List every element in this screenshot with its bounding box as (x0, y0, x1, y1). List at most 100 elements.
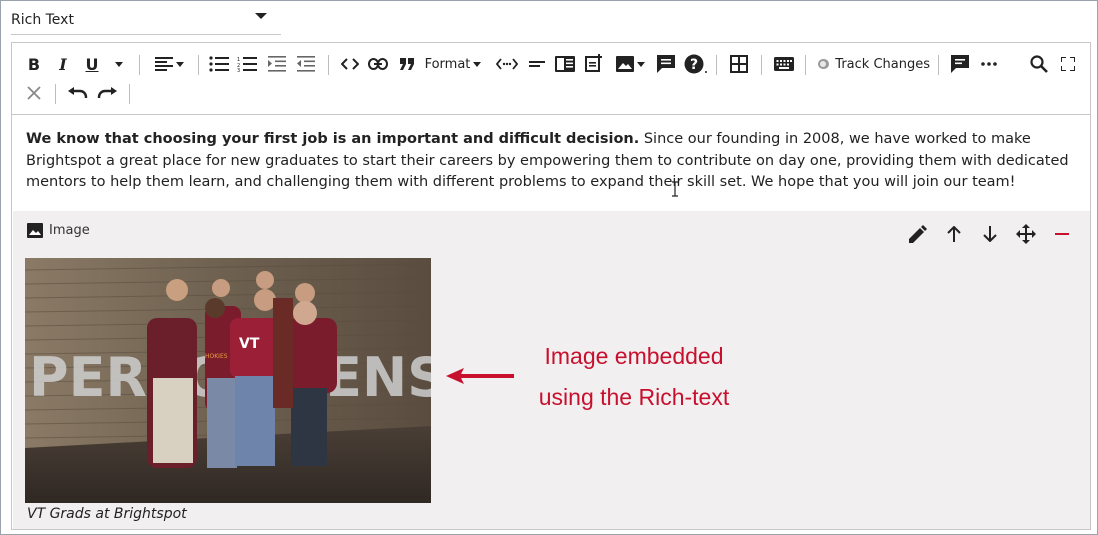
chevron-down-icon (175, 61, 184, 67)
fullscreen-button[interactable] (1057, 54, 1079, 74)
toolbar-separator (139, 55, 140, 75)
italic-icon: I (59, 54, 67, 74)
toolbar-separator (198, 55, 199, 75)
edit-embed-button[interactable] (900, 223, 936, 245)
format-dropdown[interactable]: Format (424, 54, 482, 74)
format-label: Format (424, 56, 471, 72)
horizontal-rule-icon (529, 61, 545, 67)
field-type-value: Rich Text (11, 11, 74, 28)
horizontal-rule-button[interactable] (526, 54, 548, 74)
sidebar-icon (555, 56, 575, 72)
table-button[interactable] (728, 54, 750, 74)
toolbar-separator (938, 55, 939, 75)
redo-icon (97, 87, 117, 98)
bulleted-list-button[interactable] (208, 54, 230, 74)
html-code-icon (496, 58, 518, 70)
embed-type-label: Image (49, 223, 90, 238)
chevron-down-icon (473, 61, 482, 67)
editor-content[interactable]: We know that choosing your first job is … (26, 129, 1076, 194)
svg-text:3: 3 (237, 68, 240, 72)
rich-text-editor: B I U 123 Format ? Track Changes We know… (11, 42, 1091, 530)
chevron-down-icon (114, 61, 123, 67)
keyboard-icon (774, 57, 794, 71)
shirt-text: VT (239, 336, 260, 352)
arrow-up-icon (947, 226, 961, 242)
quote-button[interactable] (396, 54, 418, 74)
image-caption: VT Grads at Brightspot (27, 506, 187, 522)
editor-toolbar: B I U 123 Format ? Track Changes (12, 43, 1090, 115)
more-styles-dropdown[interactable] (110, 54, 124, 74)
help-button[interactable]: ? (683, 53, 709, 75)
clear-icon (27, 86, 41, 100)
align-dropdown[interactable] (151, 54, 187, 74)
annotation-arrow-icon (446, 368, 514, 384)
search-icon (1030, 55, 1048, 73)
clear-formatting-button[interactable] (24, 83, 44, 103)
embed-actions (900, 223, 1080, 245)
redo-button[interactable] (95, 83, 119, 103)
more-icon (981, 62, 997, 66)
move-up-button[interactable] (936, 223, 972, 245)
underline-icon: U (85, 54, 99, 74)
toolbar-separator (55, 84, 56, 104)
table-icon (730, 55, 748, 73)
comments-icon (951, 55, 969, 73)
annotation-line-1: Image embedded (544, 343, 724, 369)
indent-button[interactable] (266, 54, 288, 74)
add-note-button[interactable] (583, 53, 605, 73)
bulleted-list-icon (209, 56, 229, 72)
html-button[interactable] (494, 54, 520, 74)
numbered-list-button[interactable]: 123 (236, 54, 258, 74)
comment-button[interactable] (655, 54, 677, 74)
image-icon (615, 56, 634, 72)
pencil-icon (909, 225, 927, 243)
code-button[interactable] (339, 54, 361, 74)
group-photo-image: PERFORMENSE (25, 258, 431, 503)
toolbar-separator (716, 55, 717, 75)
toolbar-separator (129, 84, 130, 104)
field-type-select[interactable]: Rich Text (11, 5, 281, 35)
embed-header: Image (27, 223, 90, 238)
fullscreen-icon (1061, 57, 1075, 71)
undo-button[interactable] (66, 83, 90, 103)
more-button[interactable] (978, 54, 1000, 74)
toggle-icon (818, 59, 830, 69)
chevron-down-icon (636, 61, 645, 67)
numbered-list-icon: 123 (237, 57, 257, 72)
help-icon: ? (684, 54, 707, 74)
link-button[interactable] (367, 54, 389, 74)
chevron-down-icon (255, 13, 267, 19)
comments-button[interactable] (949, 54, 971, 74)
arrow-down-icon (983, 226, 997, 242)
outdent-button[interactable] (295, 54, 317, 74)
move-down-button[interactable] (972, 223, 1008, 245)
code-icon (341, 58, 359, 70)
content-bold-lead: We know that choosing your first job is … (26, 131, 640, 147)
toolbar-separator (761, 55, 762, 75)
link-icon (368, 58, 388, 70)
embedded-photo: PERFORMENSE (25, 258, 431, 503)
add-note-icon (585, 54, 602, 72)
comment-icon (657, 55, 675, 73)
drag-handle[interactable] (1008, 223, 1044, 245)
remove-icon (1055, 233, 1069, 235)
italic-button[interactable]: I (53, 54, 73, 74)
undo-icon (68, 87, 88, 98)
align-left-icon (154, 57, 173, 71)
keyboard-button[interactable] (772, 54, 796, 74)
image-dropdown[interactable] (612, 54, 648, 74)
search-button[interactable] (1028, 54, 1050, 74)
track-changes-label: Track Changes (835, 56, 930, 72)
underline-button[interactable]: U (82, 54, 102, 74)
toolbar-separator (328, 55, 329, 75)
svg-text:?: ? (690, 57, 698, 73)
toolbar-separator (805, 55, 806, 75)
remove-embed-button[interactable] (1044, 223, 1080, 245)
image-icon (27, 223, 43, 238)
annotation-callout: Image embedded using the Rich-text (524, 336, 744, 418)
track-changes-toggle[interactable]: Track Changes (818, 54, 930, 74)
quote-icon (400, 58, 414, 70)
bold-button[interactable]: B (24, 54, 44, 74)
shirt-text-2: HOKIES (205, 353, 228, 360)
sidebar-button[interactable] (554, 54, 576, 74)
